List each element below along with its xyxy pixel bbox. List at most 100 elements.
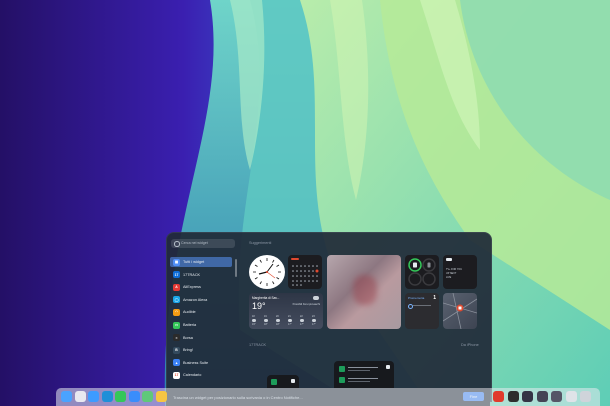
clock-widget[interactable]	[249, 255, 285, 289]
package-icon	[271, 379, 277, 385]
sidebar-item-label: Batteria	[183, 323, 197, 327]
sidebar-item-label: Tutti i widget	[183, 260, 205, 264]
maps-icon[interactable]	[142, 391, 153, 402]
17track-logo-icon	[291, 379, 295, 383]
sidebar-item-label: Business Suite	[183, 360, 209, 365]
sidebar-item[interactable]: ▭ Batteria	[170, 320, 232, 330]
weather-hour-temp: 17°	[312, 323, 316, 326]
sidebar-item-label: Audible	[183, 310, 196, 315]
app-dark-icon[interactable]	[507, 391, 519, 402]
photos-icon[interactable]	[155, 391, 167, 402]
sidebar-item[interactable]: ◯ Amazon Alexa	[170, 295, 232, 305]
weather-hour: 19	[264, 315, 267, 318]
reminders-count: 1	[433, 295, 436, 301]
widget-sidebar: Cerca nei widget ▦ Tutti i widget 17 17TRAC…	[167, 233, 239, 401]
finder-icon[interactable]	[61, 391, 72, 402]
blurred-photo	[353, 275, 377, 305]
17track-icon: 17	[173, 271, 180, 279]
window-thumb-2-icon[interactable]	[536, 391, 548, 402]
calendar-widget[interactable]	[288, 255, 322, 289]
package-icon	[339, 366, 345, 372]
launchpad-icon[interactable]	[74, 391, 86, 402]
sidebar-scrollbar[interactable]	[235, 259, 237, 277]
weather-forecast: Possibili brevi piovaschi	[292, 303, 320, 306]
photo-widget[interactable]	[327, 255, 401, 329]
weather-temp: 19°	[252, 301, 266, 311]
reminders-widget[interactable]: Promemoria 1	[405, 293, 439, 329]
widget-search-input[interactable]: Cerca nei widget	[171, 239, 235, 248]
app-red-icon[interactable]	[493, 391, 504, 402]
tv-line-2: UP NEXT	[446, 272, 457, 275]
window-thumb-4-icon[interactable]	[565, 391, 577, 402]
calendar-grid-icon	[292, 265, 319, 286]
package-line	[348, 378, 378, 379]
widget-gallery: Cerca nei widget ▦ Tutti i widget 17 17TRAC…	[166, 232, 492, 402]
package-icon	[339, 377, 345, 383]
grid-icon: ▦	[173, 258, 180, 266]
weather-hour: 22	[300, 315, 303, 318]
search-icon	[174, 241, 180, 247]
weather-hour: 20	[276, 315, 279, 318]
alexa-icon: ◯	[173, 296, 180, 304]
weather-hour: 18	[252, 315, 255, 318]
edge-icon[interactable]	[101, 391, 113, 402]
battery-widget[interactable]	[405, 255, 439, 289]
sidebar-item[interactable]: A AliExpress	[170, 282, 232, 292]
map-roads-icon	[443, 293, 477, 329]
messages-icon[interactable]	[115, 391, 126, 402]
section-suggestions: Suggerimenti	[249, 241, 272, 245]
bring-icon: B	[173, 346, 180, 354]
sidebar-item-label: AliExpress	[183, 285, 201, 290]
battery-rings-icon	[408, 258, 436, 286]
cloud-icon	[313, 296, 319, 300]
sidebar-item[interactable]: ▲ Business Suite	[170, 358, 232, 368]
sidebar-item-label: Bring!	[183, 348, 193, 353]
reminders-title: Promemoria	[408, 296, 425, 300]
sidebar-item[interactable]: ◠ Audible	[170, 307, 232, 317]
weather-hour-temp: 17°	[288, 323, 292, 326]
sidebar-item-label: Amazon Alexa	[183, 297, 208, 302]
battery-icon: ▭	[173, 321, 180, 329]
cloud-rain-icon	[300, 319, 304, 322]
weather-hour-temp: 17°	[300, 323, 304, 326]
window-thumb-3-icon[interactable]	[551, 391, 562, 402]
stocks-icon: ≈	[173, 334, 180, 342]
package-line	[348, 370, 370, 371]
audible-icon: ◠	[173, 308, 180, 316]
section-iphone: Da iPhone	[461, 343, 479, 347]
tv-widget[interactable]: TV+ FOR YOU UP NEXT LIVE	[443, 255, 477, 289]
cloud-rain-icon	[312, 319, 316, 322]
calendar-icon: 17	[173, 371, 180, 379]
cloud-rain-icon	[288, 319, 292, 322]
mail-icon[interactable]	[128, 391, 140, 402]
cloud-rain-icon	[252, 319, 256, 322]
cloud-rain-icon	[276, 319, 280, 322]
trash-icon[interactable]	[580, 391, 591, 402]
maps-widget[interactable]	[443, 293, 477, 329]
weather-widget[interactable]: Margherita di Sav... 19° Possibili brevi…	[249, 293, 323, 329]
sidebar-item-label: Borsa	[183, 335, 193, 340]
window-thumb-1-icon[interactable]	[522, 391, 533, 402]
weather-hour: 23	[312, 315, 315, 318]
sidebar-item-label: 17TRACK	[183, 272, 201, 277]
sidebar-item[interactable]: ▦ Tutti i widget	[170, 257, 232, 267]
search-placeholder: Cerca nei widget	[181, 241, 208, 245]
weather-hour-temp: 19°	[252, 323, 256, 326]
aliexpress-icon: A	[173, 283, 180, 291]
dock	[56, 388, 600, 406]
tv-line-1: TV+ FOR YOU	[446, 268, 462, 271]
clock-face-icon	[253, 258, 281, 286]
package-line	[348, 367, 378, 368]
sidebar-item[interactable]: 17 17TRACK	[170, 270, 232, 280]
sidebar-item[interactable]: B Bring!	[170, 345, 232, 355]
sidebar-item[interactable]: ≈ Borsa	[170, 333, 232, 343]
tv-logo-icon	[446, 258, 452, 261]
package-line	[348, 381, 370, 382]
weather-city: Margherita di Sav...	[252, 296, 280, 300]
weather-hour: 21	[288, 315, 291, 318]
section-17track: 17TRACK	[249, 343, 267, 347]
tv-line-3: LIVE	[446, 276, 452, 279]
sidebar-item[interactable]: 17 Calendario	[170, 370, 232, 380]
17track-logo-icon	[386, 365, 390, 369]
safari-icon[interactable]	[88, 391, 99, 402]
